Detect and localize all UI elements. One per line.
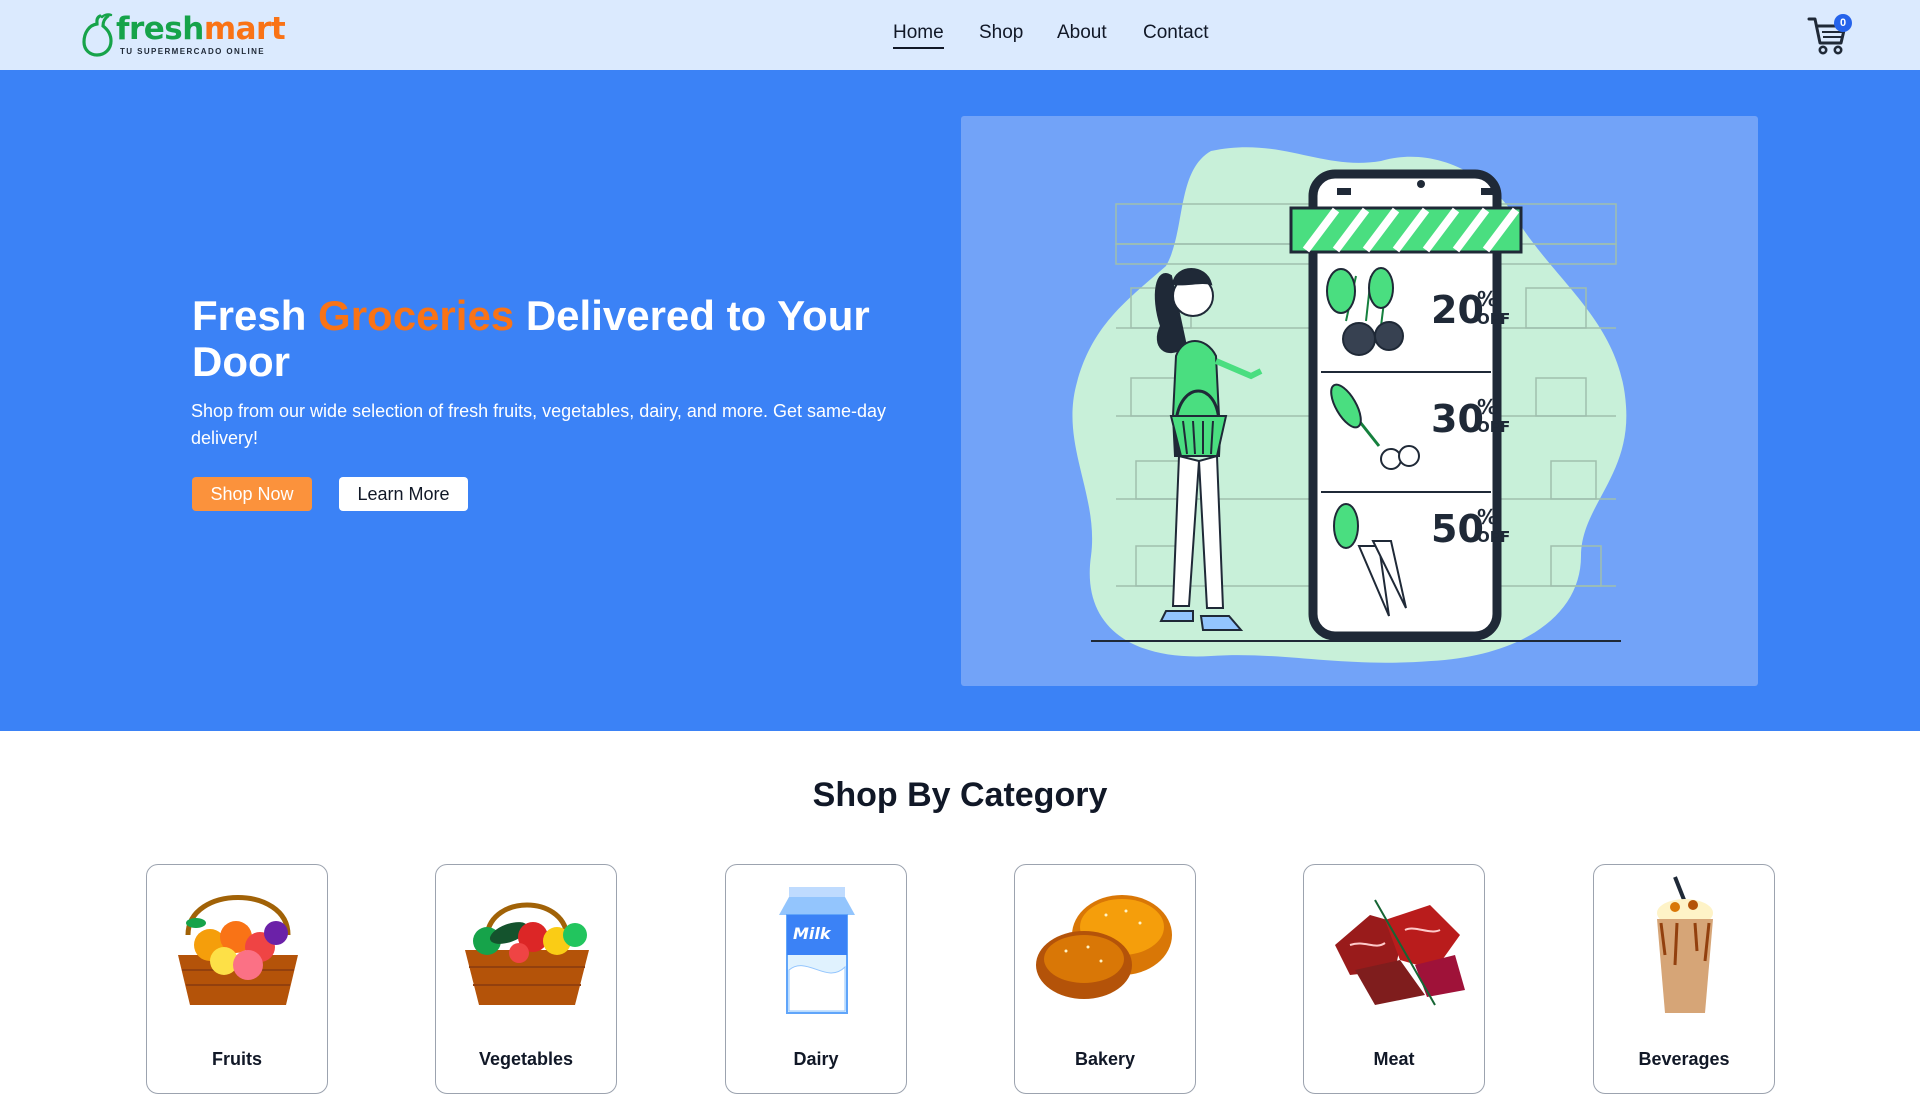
- logo[interactable]: freshmart TU SUPERMERCADO ONLINE: [80, 12, 300, 58]
- logo-wordmark: freshmart: [116, 11, 286, 47]
- navbar: freshmart TU SUPERMERCADO ONLINE Home Sh…: [0, 0, 1920, 70]
- hero-title: Fresh Groceries Delivered to Your Door: [192, 293, 912, 385]
- category-card-bakery[interactable]: Bakery: [1014, 864, 1196, 1094]
- logo-fresh: fresh: [116, 11, 204, 47]
- milk-carton-icon: Milk: [779, 887, 855, 1014]
- nav-contact[interactable]: Contact: [1143, 22, 1208, 44]
- hero-title-start: Fresh: [192, 292, 319, 339]
- nav-home[interactable]: Home: [893, 22, 944, 49]
- category-label: Meat: [1373, 1049, 1415, 1069]
- nav-shop[interactable]: Shop: [979, 22, 1023, 44]
- fruit-basket-icon: [178, 895, 298, 1005]
- shop-now-button[interactable]: Shop Now: [192, 477, 312, 511]
- category-label: Bakery: [1074, 1049, 1136, 1069]
- discount-20-number: 20: [1431, 288, 1484, 332]
- category-label: Dairy: [793, 1049, 839, 1069]
- category-card-beverages[interactable]: Beverages: [1593, 864, 1775, 1094]
- discount-30-percent: %: [1477, 395, 1497, 419]
- category-card-dairy[interactable]: Milk Dairy: [725, 864, 907, 1094]
- category-card-vegetables[interactable]: Vegetables: [435, 864, 617, 1094]
- milk-carton-text: Milk: [793, 924, 832, 943]
- logo-tagline: TU SUPERMERCADO ONLINE: [120, 47, 266, 56]
- hero-section: Fresh Groceries Delivered to Your Door S…: [0, 70, 1920, 731]
- hero-illustration: 20 % OFF 30 % OFF 50 % OFF: [961, 116, 1758, 686]
- category-section-title: Shop By Category: [812, 776, 1108, 814]
- vegetable-basket-icon: [465, 902, 589, 1005]
- category-label: Beverages: [1638, 1049, 1730, 1069]
- bread-buns-icon: [1036, 895, 1172, 999]
- discount-50-off: OFF: [1477, 528, 1510, 546]
- raw-meat-icon: [1335, 899, 1465, 1006]
- category-label: Fruits: [211, 1049, 262, 1069]
- discount-50-percent: %: [1477, 505, 1497, 529]
- shopping-phone-illustration: 20 % OFF 30 % OFF 50 % OFF: [1072, 147, 1627, 663]
- discount-20-off: OFF: [1477, 310, 1510, 328]
- discount-30-off: OFF: [1477, 418, 1510, 436]
- category-label: Vegetables: [478, 1049, 574, 1069]
- hero-title-accent: Groceries: [318, 292, 515, 339]
- hero-subtitle: Shop from our wide selection of fresh fr…: [191, 401, 886, 448]
- discount-20-percent: %: [1477, 287, 1497, 311]
- discount-50-number: 50: [1431, 507, 1484, 551]
- cart-count-badge: 0: [1834, 14, 1852, 32]
- category-card-meat[interactable]: Meat: [1303, 864, 1485, 1094]
- discount-30-number: 30: [1431, 397, 1484, 441]
- category-card-fruits[interactable]: Fruits: [146, 864, 328, 1094]
- learn-more-button[interactable]: Learn More: [339, 477, 468, 511]
- logo-mart: mart: [203, 11, 286, 47]
- nav-about[interactable]: About: [1057, 22, 1107, 44]
- milkshake-icon: [1657, 876, 1713, 1013]
- pear-logo-icon: [82, 13, 113, 57]
